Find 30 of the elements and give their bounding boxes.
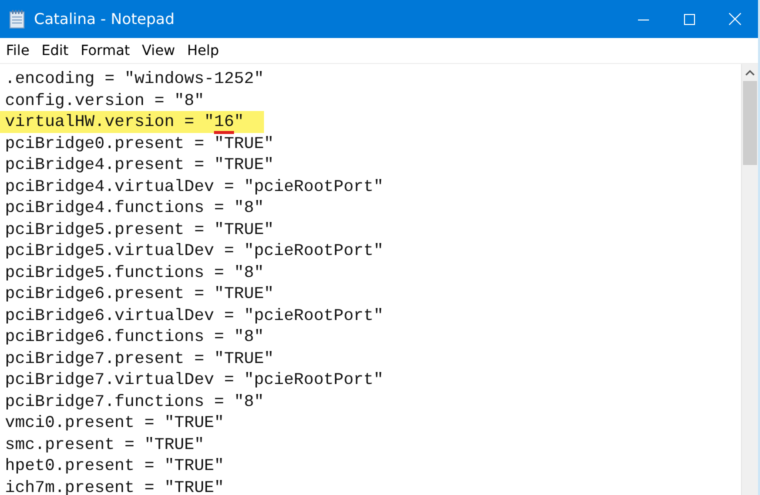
text-line: pciBridge6.present = "TRUE": [5, 283, 275, 304]
text-line: pciBridge7.present = "TRUE": [5, 348, 275, 369]
text-line: hpet0.present = "TRUE": [5, 455, 226, 476]
menu-item[interactable]: View: [136, 38, 182, 64]
text-line: .encoding = "windows-1252": [5, 68, 265, 90]
menu-item[interactable]: Format: [74, 38, 136, 64]
text-line: ich7m.present = "TRUE": [5, 476, 226, 495]
text-line: pciBridge7.virtualDev = "pcieRootPort": [5, 369, 384, 390]
text-line: pciBridge6.functions = "8": [5, 326, 265, 348]
text-line: pciBridge7.functions = "8": [5, 390, 265, 412]
text-line: pciBridge6.virtualDev = "pcieRootPort": [5, 304, 384, 326]
scroll-thumb[interactable]: [743, 81, 757, 165]
scrollbar[interactable]: [741, 64, 758, 495]
text-line: pciBridge5.present = "TRUE": [5, 218, 275, 240]
close-icon: [729, 13, 741, 25]
menu-item[interactable]: Edit: [35, 38, 75, 64]
menu-item[interactable]: File: [0, 38, 36, 64]
maximize-icon: [684, 14, 694, 24]
text-line: pciBridge4.functions = "8": [5, 197, 265, 218]
text-line: vmci0.present = "TRUE": [5, 412, 226, 434]
window-title: Catalina - Notepad: [34, 8, 174, 30]
text-line: pciBridge4.virtualDev = "pcieRootPort": [5, 176, 384, 197]
menu-item[interactable]: Help: [181, 38, 226, 64]
text-line: pciBridge0.present = "TRUE": [5, 132, 275, 154]
notepad-icon: [8, 9, 26, 29]
text-line: smc.present = "TRUE": [5, 434, 206, 455]
text-line: pciBridge5.virtualDev = "pcieRootPort": [5, 240, 384, 262]
text-line: pciBridge5.functions = "8": [5, 262, 265, 283]
text-line: config.version = "8": [5, 90, 206, 111]
text-line: pciBridge4.present = "TRUE": [5, 154, 275, 176]
